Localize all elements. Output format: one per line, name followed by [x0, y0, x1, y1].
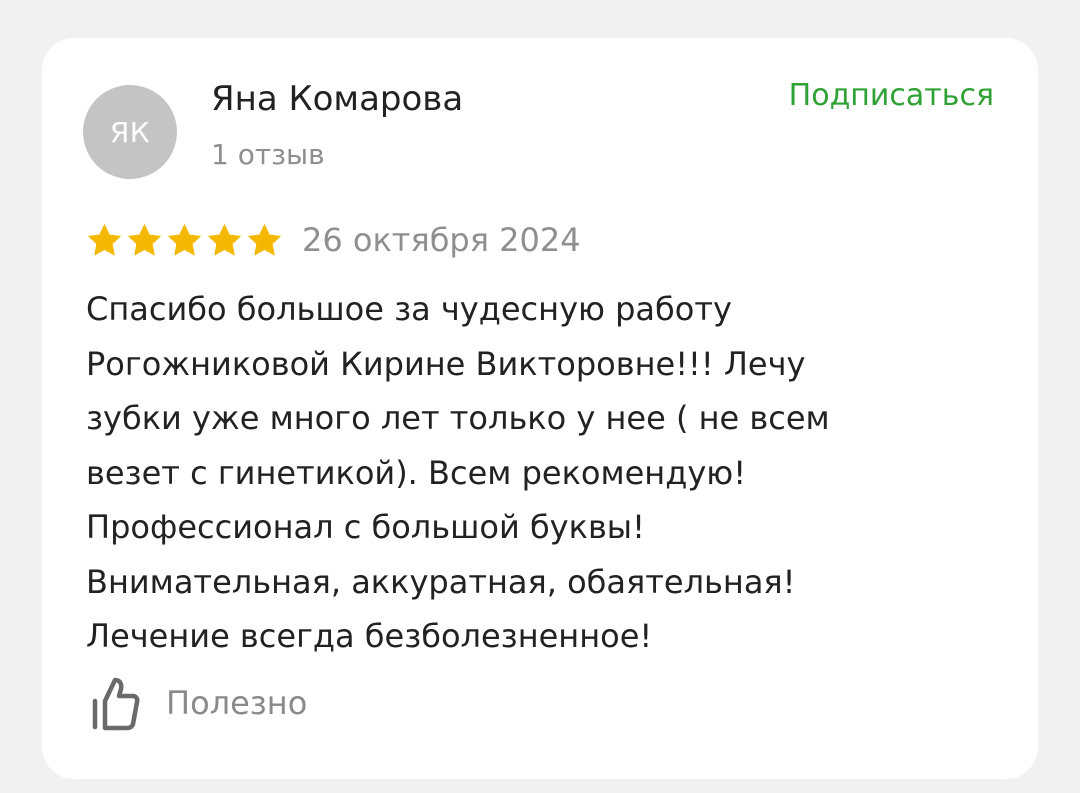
review-card: ЯК Яна Комарова 1 отзыв Подписаться 26 о…	[42, 38, 1038, 779]
star-icon	[247, 223, 282, 256]
star-icon	[207, 223, 242, 256]
review-text-line: Спасибо большое за чудесную работу	[86, 290, 732, 328]
thumbs-up-icon	[92, 677, 140, 731]
review-text-line: Рогожниковой Кирине Викторовне!!! Лечу	[86, 344, 806, 383]
helpful-label: Полезно	[166, 684, 308, 722]
review-date: 26 октября 2024	[302, 221, 581, 259]
star-icon	[167, 223, 202, 256]
author-name[interactable]: Яна Комарова	[211, 79, 463, 119]
subscribe-button[interactable]: Подписаться	[789, 78, 994, 113]
star-icon	[87, 223, 122, 256]
review-text-line: везет с гинетикой). Всем рекомендую!	[86, 453, 747, 492]
review-text-line: Профессионал с большой буквы!	[86, 508, 645, 546]
review-text-line: зубки уже много лет только у нее ( не вс…	[86, 399, 830, 437]
review-text: Спасибо большое за чудесную работу Рогож…	[86, 282, 986, 664]
helpful-button[interactable]: Полезно	[90, 675, 307, 731]
star-rating	[86, 222, 283, 259]
rating-row: 26 октября 2024	[86, 219, 581, 261]
review-text-line: Лечение всегда безболезненное!	[86, 617, 653, 655]
avatar[interactable]: ЯК	[83, 85, 177, 179]
star-icon	[127, 223, 162, 256]
avatar-initials: ЯК	[109, 115, 151, 149]
review-text-line: Внимательная, аккуратная, обаятельная!	[86, 562, 796, 601]
author-reviews-count: 1 отзыв	[211, 138, 325, 171]
